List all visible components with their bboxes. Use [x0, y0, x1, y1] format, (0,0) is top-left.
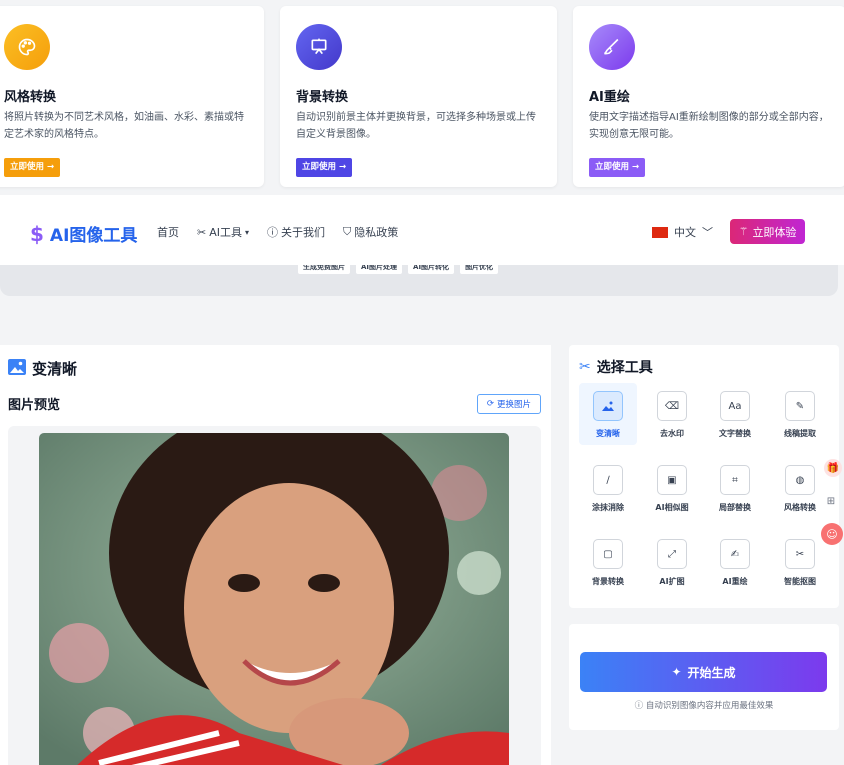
scissors-icon: ✂	[785, 539, 815, 569]
start-generate-button[interactable]: ✦ 开始生成	[580, 652, 827, 692]
mountain-image-icon	[593, 391, 623, 421]
preview-photo	[39, 433, 509, 765]
card-desc: 使用文字描述指导AI重新绘制图像的部分或全部内容，实现创意无限可能。	[589, 112, 829, 140]
info-icon: ⓘ	[267, 226, 279, 239]
easel-icon	[296, 24, 342, 70]
eraser-icon: ⌫	[657, 391, 687, 421]
tool-style-transfer[interactable]: ◍ 风格转换	[771, 457, 829, 519]
tools-heading: ✂ 选择工具	[579, 357, 653, 377]
tools-icon: ✂	[197, 225, 207, 239]
image-icon	[8, 358, 26, 379]
smudge-icon: ∕	[593, 465, 623, 495]
caret-down-icon: ▾	[245, 227, 250, 237]
start-generate-label: 开始生成	[687, 665, 736, 680]
sparkle-icon: ✦	[671, 665, 682, 679]
tool-expand[interactable]: ⤢ AI扩图	[643, 531, 701, 593]
page-title-text: 变清晰	[32, 360, 78, 378]
generate-hint-text: 自动识别图像内容并应用最佳效果	[645, 701, 774, 711]
tool-label: AI扩图	[659, 577, 685, 586]
card-title: 背景转换	[296, 90, 349, 105]
nav-privacy-label: 隐私政策	[354, 226, 399, 239]
brush-icon	[589, 24, 635, 70]
tool-label: AI重绘	[722, 577, 748, 586]
nav-ai-tools-label: AI工具	[209, 226, 242, 239]
tool-label: 局部替换	[719, 503, 751, 512]
palette-icon: ◍	[785, 465, 815, 495]
navbar: $ AI图像工具 首页 ✂ AI工具 ▾ ⓘ 关于我们 ⛉ 隐私政策 中文 ﹀	[0, 195, 844, 265]
card-ai-redraw: AI重绘 使用文字描述指导AI重新绘制图像的部分或全部内容，实现创意无限可能。 …	[573, 6, 844, 187]
magic-wand-icon: ⚚	[738, 225, 749, 238]
logo[interactable]: $ AI图像工具	[30, 221, 138, 247]
tool-label: 智能抠图	[784, 577, 816, 586]
change-image-button[interactable]: ⟳ 更换图片	[477, 394, 541, 414]
try-now-button[interactable]: ⚚ 立即体验	[730, 219, 805, 244]
preview-label: 图片预览	[8, 398, 61, 413]
generate-panel: ✦ 开始生成 ⓘ 自动识别图像内容并应用最佳效果	[569, 624, 839, 730]
shield-icon: ⛉	[343, 225, 352, 238]
china-flag-icon	[652, 226, 668, 238]
tool-line-extract[interactable]: ✎ 线稿提取	[771, 383, 829, 445]
pencil-icon: ✎	[785, 391, 815, 421]
tool-partial-replace[interactable]: ⌗ 局部替换	[706, 457, 764, 519]
nav-home[interactable]: 首页	[157, 224, 179, 240]
use-now-button[interactable]: 立即使用 →	[4, 158, 61, 177]
use-now-button[interactable]: 立即使用 →	[589, 158, 646, 177]
tool-label: 背景转换	[592, 577, 624, 586]
tool-background-change[interactable]: ▢ 背景转换	[579, 531, 637, 593]
tool-enhance[interactable]: 变清晰	[579, 383, 637, 445]
gallery-icon: ▣	[657, 465, 687, 495]
tools-icon: ✂	[579, 359, 591, 375]
language-label: 中文	[674, 226, 696, 239]
text-aa-icon: Aa	[720, 391, 750, 421]
tool-label: 涂抹消除	[592, 503, 624, 512]
tool-remove-watermark[interactable]: ⌫ 去水印	[643, 383, 701, 445]
tool-redraw[interactable]: ✍ AI重绘	[706, 531, 764, 593]
card-desc: 自动识别前景主体并更换背景，可选择多种场景或上传自定义背景图像。	[296, 112, 536, 140]
language-selector[interactable]: 中文 ﹀	[652, 224, 713, 240]
expand-icon: ⤢	[657, 539, 687, 569]
nav-links: 首页 ✂ AI工具 ▾ ⓘ 关于我们 ⛉ 隐私政策	[157, 224, 398, 240]
support-avatar-icon[interactable]: ☺	[821, 523, 843, 545]
card-style-transfer: 风格转换 将照片转换为不同艺术风格，如油画、水彩、素描或特定艺术家的风格特点。 …	[0, 6, 264, 187]
nav-ai-tools[interactable]: ✂ AI工具 ▾	[197, 224, 249, 240]
logo-icon: $	[30, 221, 44, 246]
gift-icon[interactable]: 🎁	[824, 459, 842, 477]
tool-label: AI相似图	[655, 503, 689, 512]
frame-icon: ▢	[593, 539, 623, 569]
nav-home-label: 首页	[157, 226, 179, 239]
qr-code-icon[interactable]: ⊞	[824, 494, 838, 508]
card-background-change: 背景转换 自动识别前景主体并更换背景，可选择多种场景或上传自定义背景图像。 立即…	[280, 6, 557, 187]
generate-hint: ⓘ 自动识别图像内容并应用最佳效果	[634, 701, 774, 711]
tool-label: 去水印	[660, 429, 684, 438]
palette-icon	[4, 24, 50, 70]
tool-selector-panel: ✂ 选择工具 变清晰 ⌫ 去水印 Aa 文字替换 ✎ 线稿提取 ∕ 涂抹消除 ▣…	[569, 345, 839, 608]
page-title: 变清晰	[8, 358, 77, 379]
edit-icon: ✍	[720, 539, 750, 569]
try-now-label: 立即体验	[752, 225, 797, 239]
refresh-icon: ⟳	[486, 399, 495, 409]
tools-heading-text: 选择工具	[596, 360, 653, 376]
nav-about-label: 关于我们	[281, 226, 326, 239]
card-title: AI重绘	[589, 90, 630, 105]
card-desc: 将照片转换为不同艺术风格，如油画、水彩、素描或特定艺术家的风格特点。	[4, 112, 244, 140]
crop-icon: ⌗	[720, 465, 750, 495]
tool-smart-cutout[interactable]: ✂ 智能抠图	[771, 531, 829, 593]
tool-label: 风格转换	[784, 503, 816, 512]
chevron-down-icon: ﹀	[702, 226, 713, 239]
nav-about[interactable]: ⓘ 关于我们	[267, 224, 325, 240]
change-image-label: 更换图片	[497, 400, 532, 410]
use-now-button[interactable]: 立即使用 →	[296, 158, 353, 177]
tool-label: 变清晰	[596, 429, 620, 438]
tool-label: 线稿提取	[784, 429, 816, 438]
logo-text: AI图像工具	[49, 226, 138, 246]
feature-cards: 风格转换 将照片转换为不同艺术风格，如油画、水彩、素描或特定艺术家的风格特点。 …	[0, 0, 844, 195]
nav-privacy[interactable]: ⛉ 隐私政策	[343, 224, 398, 240]
tool-label: 文字替换	[719, 429, 751, 438]
tool-text-replace[interactable]: Aa 文字替换	[706, 383, 764, 445]
card-title: 风格转换	[4, 90, 57, 105]
tool-smudge-erase[interactable]: ∕ 涂抹消除	[579, 457, 637, 519]
tool-similar-image[interactable]: ▣ AI相似图	[643, 457, 701, 519]
